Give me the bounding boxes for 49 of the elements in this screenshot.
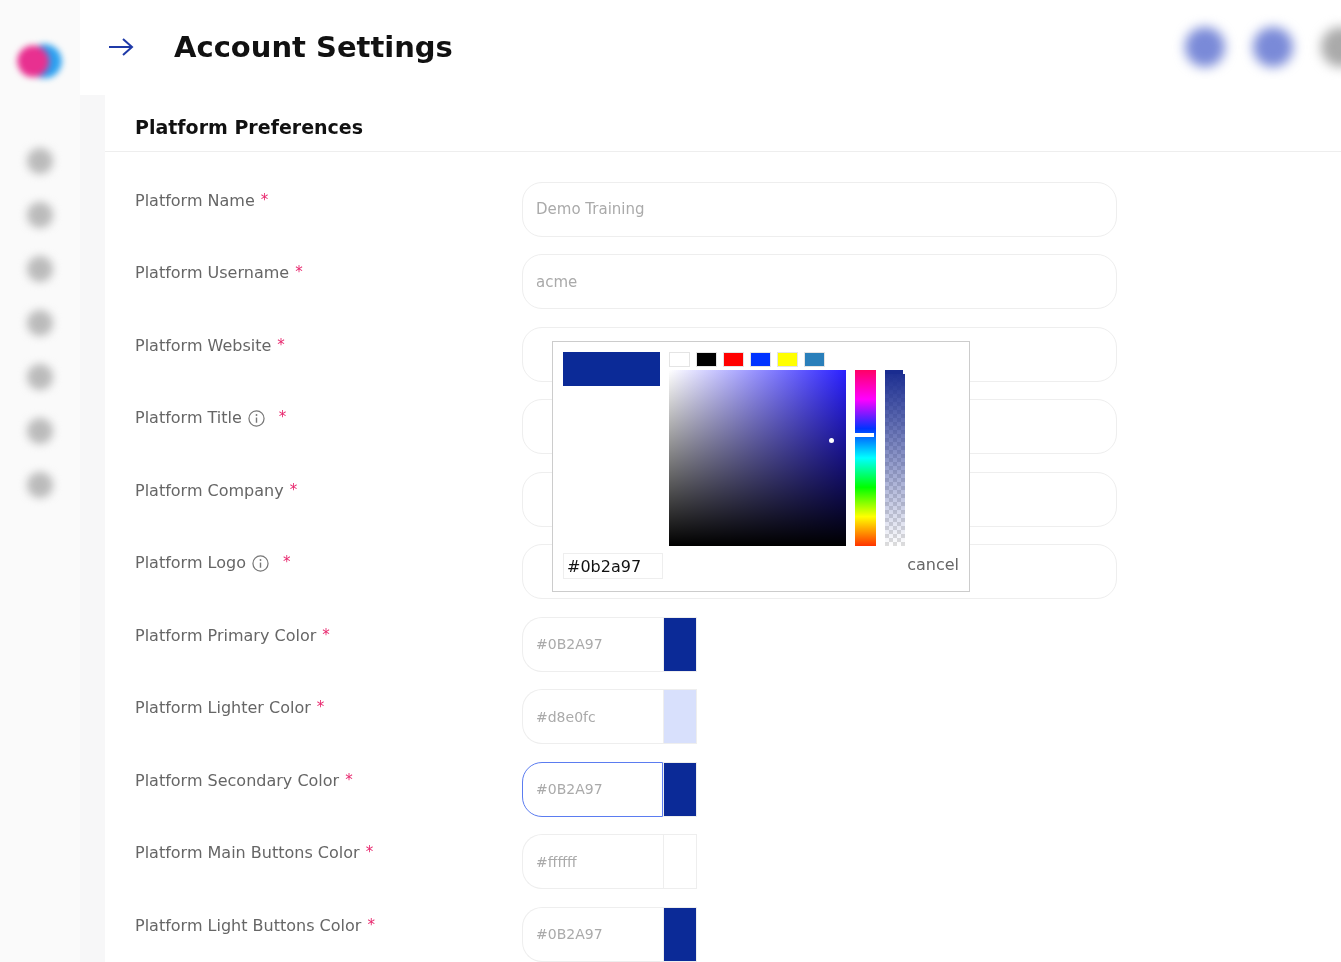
required-mark: * <box>345 770 353 789</box>
required-mark: * <box>278 408 287 426</box>
field-label: Platform Main Buttons Color <box>135 843 360 862</box>
header-icon[interactable] <box>1185 27 1225 68</box>
field-label: Platform Title <box>135 408 242 427</box>
field-label: Platform Logo <box>135 553 246 572</box>
color-swatch[interactable] <box>669 351 690 367</box>
info-icon[interactable] <box>247 410 265 427</box>
text-field[interactable]: acme <box>522 254 1117 309</box>
field-label: Platform Secondary Color <box>135 770 340 790</box>
field-label: Platform Lighter Color <box>135 698 311 717</box>
required-mark: * <box>289 480 298 499</box>
color-swatch[interactable] <box>663 906 697 962</box>
color-swatch[interactable] <box>663 689 697 744</box>
required-mark: * <box>260 190 269 209</box>
field-label: Platform Website <box>135 335 272 355</box>
section-title: Platform Preferences <box>135 115 364 138</box>
color-swatch[interactable] <box>663 761 697 817</box>
color-swatch[interactable] <box>723 351 744 367</box>
arrow-right-icon[interactable] <box>108 37 134 58</box>
hue-slider[interactable] <box>855 369 876 546</box>
field-label: Platform Company <box>135 480 284 500</box>
saturation-area[interactable] <box>669 369 846 546</box>
color-swatch[interactable] <box>696 351 717 367</box>
required-mark: * <box>367 915 375 934</box>
color-swatch[interactable] <box>777 351 798 367</box>
cancel-button[interactable]: cancel <box>907 554 959 574</box>
field-label: Platform Username <box>135 263 290 282</box>
required-mark: * <box>365 843 374 861</box>
required-mark: * <box>316 698 325 716</box>
field-label: Platform Primary Color <box>135 625 317 645</box>
alpha-handle[interactable] <box>885 369 905 374</box>
text-field[interactable]: Demo Training <box>522 181 1117 237</box>
saturation-handle[interactable] <box>829 437 834 443</box>
color-swatch[interactable] <box>804 351 825 367</box>
color-swatch[interactable] <box>750 351 771 367</box>
required-mark: * <box>282 553 291 571</box>
field-label: Platform Name <box>135 190 255 210</box>
alpha-slider[interactable] <box>885 369 905 546</box>
page-title: Account Settings <box>174 30 454 65</box>
hue-handle[interactable] <box>855 432 874 437</box>
required-mark: * <box>322 625 330 644</box>
field-label: Platform Light Buttons Color <box>135 915 362 935</box>
required-mark: * <box>277 335 285 354</box>
header-icon[interactable] <box>1253 27 1293 68</box>
required-mark: * <box>295 263 303 281</box>
info-icon[interactable] <box>251 555 269 572</box>
color-swatch[interactable] <box>663 616 697 672</box>
hex-input[interactable]: #0b2a97 <box>563 552 663 579</box>
